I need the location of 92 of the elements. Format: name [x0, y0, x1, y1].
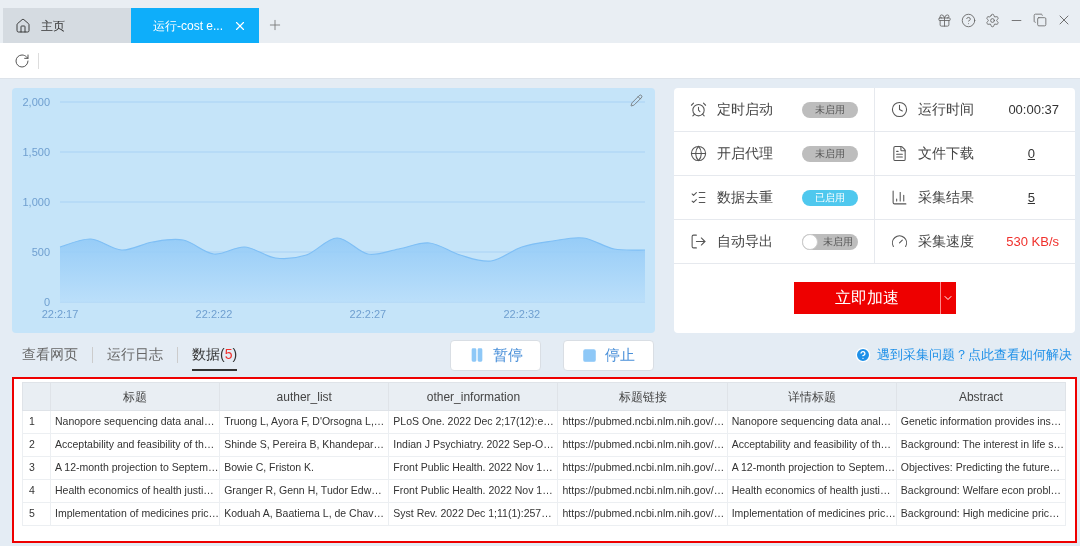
- table-cell: Background: High medicine pric…: [896, 502, 1066, 526]
- table-cell: Indian J Psychiatry. 2022 Sep-O…: [388, 433, 558, 457]
- x-axis-label: 22:2:17: [41, 308, 79, 320]
- refresh-icon[interactable]: [14, 52, 30, 69]
- column-header: auther_list: [219, 382, 389, 411]
- table-cell: Acceptability and feasibility of th…: [50, 433, 220, 457]
- table-cell: Bowie C, Friston K.: [219, 456, 389, 480]
- table-cell: https://pubmed.ncbi.nlm.nih.gov/…: [558, 410, 728, 434]
- stop-button[interactable]: 停止: [563, 339, 655, 371]
- stat-label: 文件下载: [917, 144, 974, 163]
- column-header: 详情标题: [727, 382, 897, 411]
- x-axis-label: 22:2:32: [503, 308, 541, 320]
- table-cell: Truong L, Ayora F, D'Orsogna L,…: [219, 410, 389, 434]
- column-header: 标题: [50, 382, 220, 411]
- row-number: 1: [22, 410, 51, 434]
- table-cell: Health economics of health justi…: [50, 479, 220, 503]
- row-number: 5: [22, 502, 51, 526]
- globe-icon: [690, 145, 707, 162]
- view-tab[interactable]: 运行日志: [107, 339, 163, 371]
- gauge-icon: [890, 233, 908, 250]
- help-icon[interactable]: [961, 12, 976, 28]
- y-axis-label: 1,500: [22, 146, 50, 158]
- table-cell: PLoS One. 2022 Dec 2;17(12):e…: [388, 410, 558, 434]
- browser-tab[interactable]: 主页: [3, 8, 131, 43]
- alarm-clock-icon: [690, 101, 707, 118]
- table-cell: Background: Welfare econ probl…: [896, 479, 1066, 503]
- gift-icon[interactable]: [937, 12, 952, 28]
- table-cell: Implementation of medicines pric…: [727, 502, 897, 526]
- table-cell: Front Public Health. 2022 Nov 1…: [388, 456, 558, 480]
- y-axis-label: 500: [31, 246, 50, 258]
- bar-chart-icon: [890, 189, 908, 206]
- table-cell: Syst Rev. 2022 Dec 1;11(1):257…: [388, 502, 558, 526]
- row-number: 3: [22, 456, 51, 480]
- edit-icon[interactable]: [630, 94, 643, 107]
- row-number: 2: [22, 433, 51, 457]
- column-header: Abstract: [896, 382, 1066, 411]
- table-cell: Shinde S, Pereira B, Khandepar…: [219, 433, 389, 457]
- stat-value: 530 KB/s: [1006, 232, 1059, 251]
- table-cell: Genetic information provides ins…: [896, 410, 1066, 434]
- stat-link[interactable]: 5: [1027, 187, 1035, 208]
- help-icon: [855, 347, 871, 363]
- help-link[interactable]: 遇到采集问题？点此查看如何解决: [877, 345, 1072, 365]
- column-header: other_information: [388, 382, 558, 411]
- table-cell: A 12-month projection to Septem…: [727, 456, 897, 480]
- table-cell: Objectives: Predicting the future…: [896, 456, 1066, 480]
- view-tab[interactable]: 数据(5): [192, 339, 238, 371]
- table-cell: Granger R, Genn H, Tudor Edw…: [219, 479, 389, 503]
- stat-link[interactable]: 0: [1027, 143, 1035, 164]
- status-badge[interactable]: 未启用: [801, 101, 858, 118]
- stat-value: 00:00:37: [1008, 100, 1059, 119]
- stat-label: 运行时间: [917, 100, 974, 119]
- export-icon: [690, 233, 707, 250]
- table-cell: Health economics of health justi…: [727, 479, 897, 503]
- table-cell: Acceptability and feasibility of th…: [727, 433, 897, 457]
- stat-label: 采集结果: [917, 188, 974, 207]
- table-cell: Background: The interest in life s…: [896, 433, 1066, 457]
- stat-label: 定时启动: [717, 100, 773, 119]
- row-number: 4: [22, 479, 51, 503]
- new-tab-icon[interactable]: [267, 17, 283, 33]
- boost-button[interactable]: 立即加速: [793, 282, 940, 314]
- y-axis-label: 1,000: [22, 196, 50, 208]
- clock-icon: [890, 101, 908, 118]
- stat-label: 自动导出: [717, 232, 773, 251]
- toggle-switch[interactable]: 未启用: [801, 233, 858, 250]
- pause-button[interactable]: 暂停: [450, 339, 542, 371]
- y-axis-label: 0: [43, 296, 50, 308]
- table-cell: https://pubmed.ncbi.nlm.nih.gov/…: [558, 433, 728, 457]
- table-cell: Front Public Health. 2022 Nov 1…: [388, 479, 558, 503]
- stat-label: 数据去重: [717, 188, 773, 207]
- stat-label: 开启代理: [717, 144, 773, 163]
- table-cell: A 12-month projection to Septem…: [50, 456, 220, 480]
- document-icon: [890, 145, 908, 162]
- column-header: 标题链接: [558, 382, 728, 411]
- table-cell: https://pubmed.ncbi.nlm.nih.gov/…: [558, 456, 728, 480]
- table-cell: Nanopore sequencing data anal…: [727, 410, 897, 434]
- table-cell: Nanopore sequencing data anal…: [50, 410, 220, 434]
- table-cell: Koduah A, Baatiema L, de Chav…: [219, 502, 389, 526]
- x-axis-label: 22:2:27: [349, 308, 387, 320]
- home-icon: [15, 17, 31, 34]
- status-badge[interactable]: 未启用: [801, 145, 858, 162]
- restore-icon[interactable]: [1033, 13, 1047, 27]
- table-cell: https://pubmed.ncbi.nlm.nih.gov/…: [558, 479, 728, 503]
- table-cell: Implementation of medicines pric…: [50, 502, 220, 526]
- list-icon: [690, 189, 707, 206]
- y-axis-label: 2,000: [22, 96, 50, 108]
- stop-icon: [582, 347, 598, 363]
- stat-label: 采集速度: [917, 232, 974, 251]
- browser-tab[interactable]: 运行-cost e...: [131, 8, 259, 43]
- settings-icon[interactable]: [985, 12, 1000, 28]
- table-cell: https://pubmed.ncbi.nlm.nih.gov/…: [558, 502, 728, 526]
- view-tab[interactable]: 查看网页: [22, 339, 78, 371]
- x-axis-label: 22:2:22: [195, 308, 233, 320]
